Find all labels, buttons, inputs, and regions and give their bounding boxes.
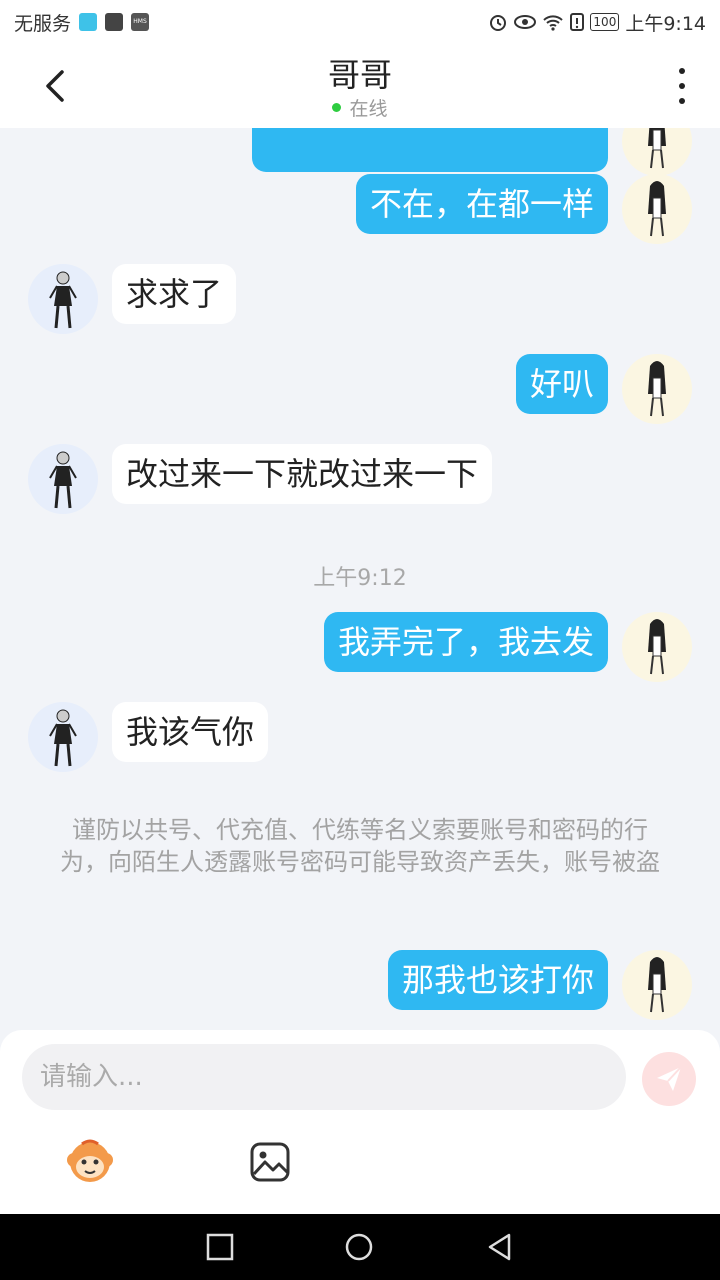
online-status: 在线: [0, 94, 720, 121]
video-record-icon: [105, 13, 124, 31]
more-vert-dot: [679, 83, 685, 89]
avatar-figure-icon: [49, 451, 77, 509]
message-list[interactable]: 不在，在都一样 求求了 好叭 改过来一下就改过来一下 上午9:12 我弄完了，我…: [0, 128, 720, 1030]
nav-circle-icon[interactable]: [344, 1232, 374, 1262]
avatar-figure-icon: [648, 957, 666, 1013]
send-icon: [657, 1066, 682, 1091]
online-status-text: 在线: [349, 98, 388, 120]
more-options-button[interactable]: [672, 68, 692, 104]
message-bubble-partial[interactable]: [252, 128, 608, 172]
security-notice: 谨防以共号、代充值、代练等名义索要账号和密码的行为，向陌生人透露账号密码可能导致…: [60, 816, 660, 876]
system-nav-bar: [0, 1214, 720, 1280]
my-avatar[interactable]: [622, 174, 692, 244]
chat-header: 哥哥 在线: [0, 44, 720, 128]
my-avatar[interactable]: [622, 354, 692, 424]
chat-title: 哥哥: [327, 56, 392, 94]
contact-avatar[interactable]: [28, 444, 98, 514]
nav-triangle-icon[interactable]: [485, 1232, 515, 1262]
avatar-figure-icon: [648, 181, 666, 237]
my-avatar[interactable]: [622, 612, 692, 682]
carrier-text: 无服务: [14, 12, 72, 35]
my-avatar[interactable]: [622, 128, 692, 176]
message-bubble-received[interactable]: 改过来一下就改过来一下: [112, 444, 493, 504]
hms-icon: HMS: [131, 13, 150, 31]
avatar-figure-icon: [648, 619, 666, 675]
online-dot: [332, 103, 342, 112]
alarm-icon: [490, 15, 507, 31]
message-bubble-sent[interactable]: 不在，在都一样: [355, 174, 608, 234]
more-vert-dot: [679, 98, 685, 104]
my-avatar[interactable]: [622, 950, 692, 1020]
message-bubble-sent[interactable]: 那我也该打你: [387, 950, 608, 1010]
contact-avatar[interactable]: [28, 702, 98, 772]
contact-avatar[interactable]: [28, 264, 98, 334]
timestamp-divider: 上午9:12: [313, 566, 407, 591]
eye-icon: [514, 15, 537, 29]
message-bubble-sent[interactable]: 好叭: [515, 354, 608, 414]
image-button[interactable]: [248, 1140, 292, 1184]
emoji-button[interactable]: [64, 1136, 116, 1188]
send-button[interactable]: [642, 1052, 696, 1106]
nav-square-icon[interactable]: [205, 1232, 235, 1262]
more-vert-icon: [679, 68, 685, 74]
sim-alert-icon: [570, 13, 585, 31]
avatar-figure-icon: [49, 271, 77, 329]
status-time: 上午9:14: [625, 12, 706, 35]
emoji-monkey-icon: [67, 1139, 113, 1182]
image-icon: [250, 1142, 290, 1182]
message-bubble-received[interactable]: 我该气你: [112, 702, 269, 762]
avatar-figure-icon: [648, 361, 666, 417]
avatar-figure-icon: [648, 128, 666, 169]
input-panel: [0, 1030, 720, 1214]
message-bubble-sent[interactable]: 我弄完了，我去发: [323, 612, 608, 672]
shield-icon: [79, 13, 98, 31]
avatar-figure-icon: [49, 709, 77, 767]
status-bar: 无服务 HMS 100 上午9:14: [0, 0, 720, 44]
wifi-icon: [543, 15, 564, 31]
battery-indicator: 100: [590, 13, 620, 31]
message-input[interactable]: [22, 1044, 626, 1110]
message-bubble-received[interactable]: 求求了: [112, 264, 237, 324]
